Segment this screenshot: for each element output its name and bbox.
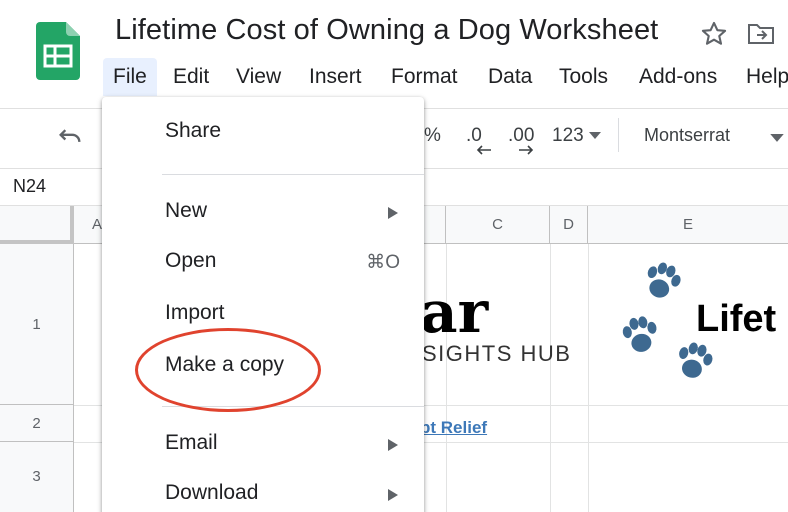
menu-edit[interactable]: Edit xyxy=(163,58,219,96)
caret-down-icon xyxy=(588,131,601,139)
menu-item-label: Share xyxy=(165,119,222,142)
arrow-left-icon xyxy=(476,145,491,155)
menu-item-label: New xyxy=(165,199,208,222)
row-header-2[interactable]: 2 xyxy=(0,405,74,442)
file-menu-new[interactable]: New xyxy=(102,189,424,235)
menu-separator xyxy=(162,174,424,175)
brand-logo-text: ar xyxy=(420,278,489,346)
name-box[interactable]: N24 xyxy=(13,176,46,197)
paw-print-icon xyxy=(622,316,657,352)
file-menu-share[interactable]: Share xyxy=(102,109,424,155)
submenu-arrow-icon xyxy=(388,207,398,219)
submenu-arrow-icon xyxy=(388,489,398,501)
decrease-decimal-label: .0 xyxy=(466,125,482,146)
percent-format-button[interactable]: % xyxy=(424,125,441,147)
file-menu-dropdown: Share New Open ⌘O Import Make a copy Ema… xyxy=(102,97,424,512)
menu-data[interactable]: Data xyxy=(478,58,542,96)
file-menu-download[interactable]: Download xyxy=(102,471,424,512)
move-to-folder-icon[interactable] xyxy=(747,22,775,46)
menu-view[interactable]: View xyxy=(226,58,291,96)
select-all-corner[interactable] xyxy=(0,206,74,244)
toolbar-separator xyxy=(618,118,619,152)
menu-item-label: Download xyxy=(165,481,259,504)
paw-print-icon xyxy=(647,262,681,298)
undo-icon[interactable] xyxy=(56,122,84,150)
menu-help[interactable]: Help xyxy=(736,58,788,96)
paw-print-icon xyxy=(679,342,713,378)
decrease-decimal-button[interactable]: .0 xyxy=(466,125,491,155)
star-icon[interactable] xyxy=(700,20,728,48)
menubar: File Edit View Insert Format Data Tools … xyxy=(0,58,788,96)
arrow-right-icon xyxy=(519,145,534,155)
column-header-d[interactable]: D xyxy=(550,206,588,244)
gridline xyxy=(588,244,589,512)
menu-item-label: Open xyxy=(165,249,217,272)
number-format-label: 123 xyxy=(552,125,584,146)
row-header-1[interactable]: 1 xyxy=(0,244,74,405)
increase-decimal-button[interactable]: .00 xyxy=(508,125,535,155)
menu-tools[interactable]: Tools xyxy=(549,58,618,96)
menu-insert[interactable]: Insert xyxy=(299,58,372,96)
brand-logo-subtitle: SIGHTS HUB xyxy=(422,341,572,366)
sheet-heading-text: Lifet xyxy=(696,298,777,340)
menu-item-label: Import xyxy=(165,301,225,324)
column-header-e[interactable]: E xyxy=(588,206,788,244)
file-menu-open[interactable]: Open ⌘O xyxy=(102,239,424,285)
document-title[interactable]: Lifetime Cost of Owning a Dog Worksheet xyxy=(115,14,658,47)
font-caret-down-icon[interactable] xyxy=(770,130,784,148)
column-header-c[interactable]: C xyxy=(446,206,550,244)
file-menu-email[interactable]: Email xyxy=(102,421,424,467)
row-header-3[interactable]: 3 xyxy=(0,442,74,512)
menu-item-label: Email xyxy=(165,431,218,454)
menu-file[interactable]: File xyxy=(103,58,157,96)
menu-addons[interactable]: Add-ons xyxy=(629,58,727,96)
increase-decimal-label: .00 xyxy=(508,125,535,146)
submenu-arrow-icon xyxy=(388,439,398,451)
debt-relief-link[interactable]: bt Relief xyxy=(420,418,487,438)
shortcut-hint: ⌘O xyxy=(366,252,400,273)
annotation-highlight-ellipse xyxy=(135,328,321,412)
number-format-dropdown[interactable]: 123 xyxy=(552,125,601,147)
gridline xyxy=(550,244,551,512)
font-family-dropdown[interactable]: Montserrat xyxy=(644,125,730,146)
menu-format[interactable]: Format xyxy=(381,58,468,96)
